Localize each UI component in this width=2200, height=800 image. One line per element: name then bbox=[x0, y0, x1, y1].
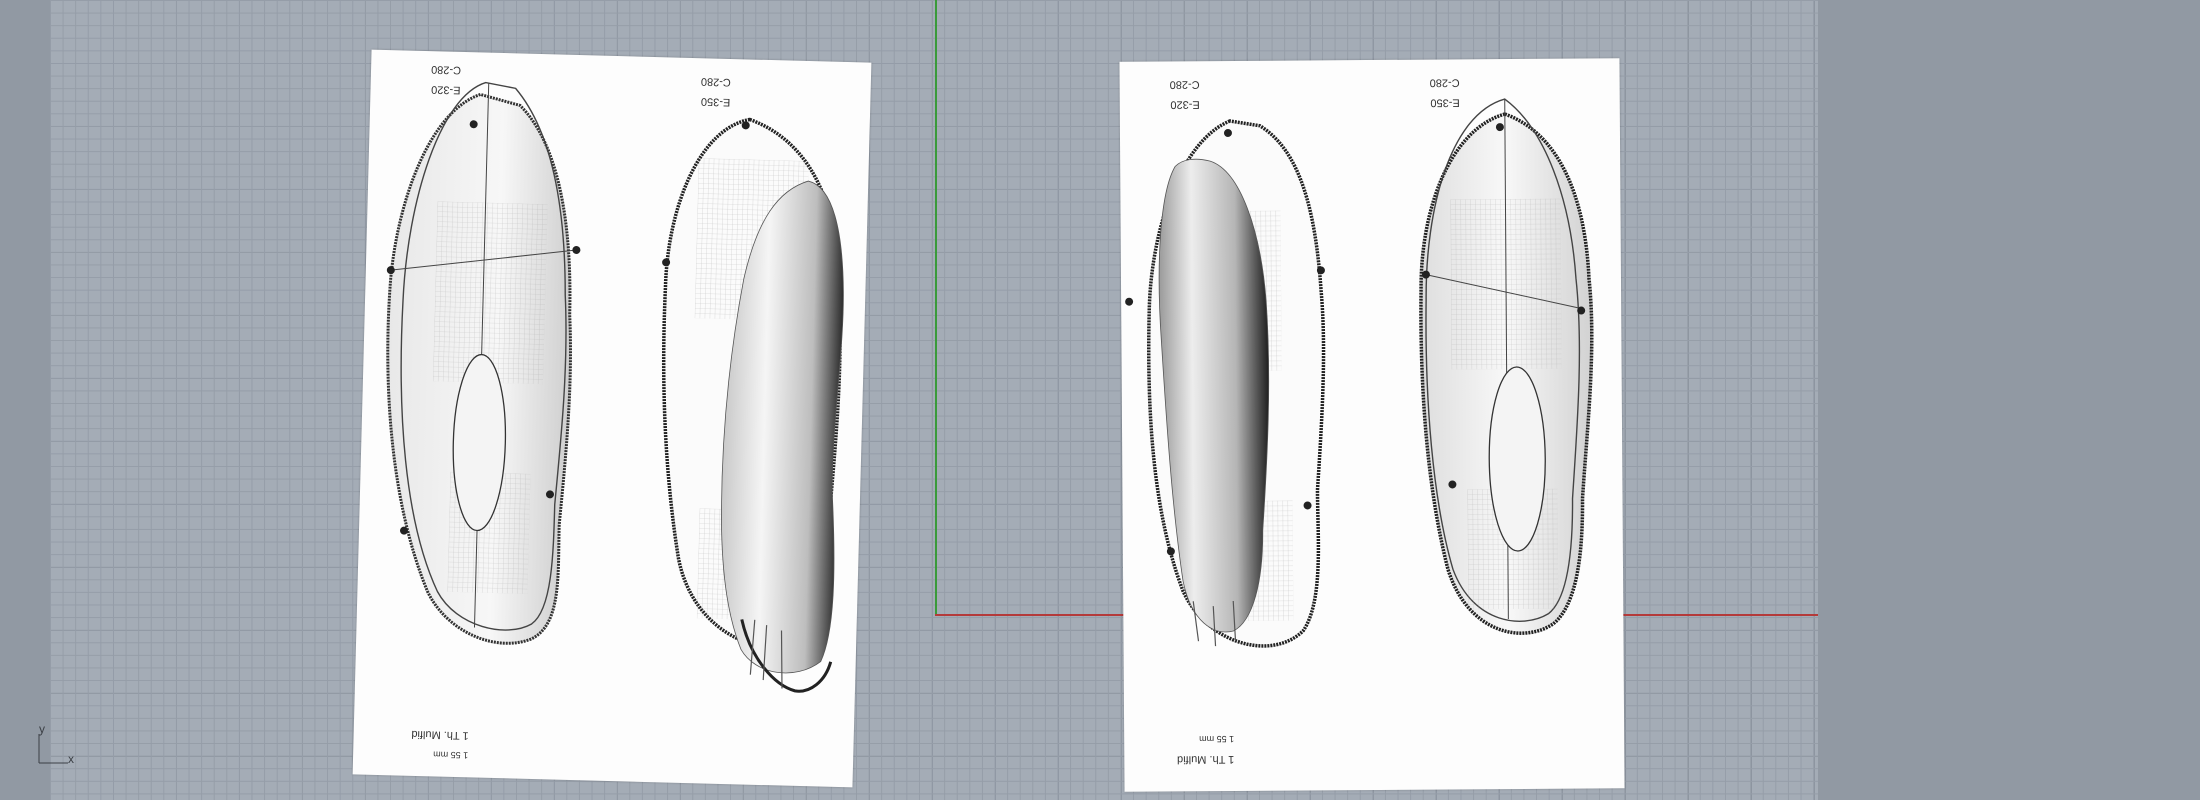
foot-tracing-drawing: C-280 E-320 C-280 E-350 1 Th. Mulfid 1 5… bbox=[1125, 76, 1594, 765]
svg-text:1 55 mm: 1 55 mm bbox=[433, 749, 468, 760]
foot-tracing-drawing: C-280 E-320 C-280 E-350 1 Th. Mulfid 1 5… bbox=[386, 63, 844, 760]
top-viewport[interactable]: C-280 E-320 C-280 E-350 1 Th. Mulfid 1 5… bbox=[50, 0, 1818, 800]
svg-text:C-280: C-280 bbox=[1170, 78, 1200, 90]
scanned-foot-tracing-sheet-right[interactable]: C-280 E-320 C-280 E-350 1 Th. Mulfid 1 5… bbox=[1119, 58, 1625, 792]
svg-text:E-350: E-350 bbox=[1430, 96, 1459, 108]
svg-text:1 Th. Mulfid: 1 Th. Mulfid bbox=[411, 728, 469, 741]
axis-indicator-x-label: x bbox=[68, 752, 74, 766]
axis-indicator-y-label: y bbox=[39, 722, 45, 736]
svg-text:E-320: E-320 bbox=[431, 83, 461, 96]
svg-text:1 Th. Mulfid: 1 Th. Mulfid bbox=[1177, 753, 1234, 765]
svg-text:C-280: C-280 bbox=[701, 75, 731, 88]
scanned-foot-tracing-sheet-left[interactable]: C-280 E-320 C-280 E-350 1 Th. Mulfid 1 5… bbox=[352, 49, 872, 788]
svg-text:E-350: E-350 bbox=[701, 95, 731, 108]
svg-text:C-280: C-280 bbox=[431, 63, 461, 76]
svg-text:E-320: E-320 bbox=[1170, 98, 1199, 110]
world-y-axis-line bbox=[935, 0, 937, 616]
svg-text:1 55 mm: 1 55 mm bbox=[1199, 734, 1234, 744]
viewport-side-margin bbox=[1818, 0, 2200, 800]
svg-text:C-280: C-280 bbox=[1430, 76, 1460, 88]
axis-indicator: y x bbox=[36, 722, 76, 766]
